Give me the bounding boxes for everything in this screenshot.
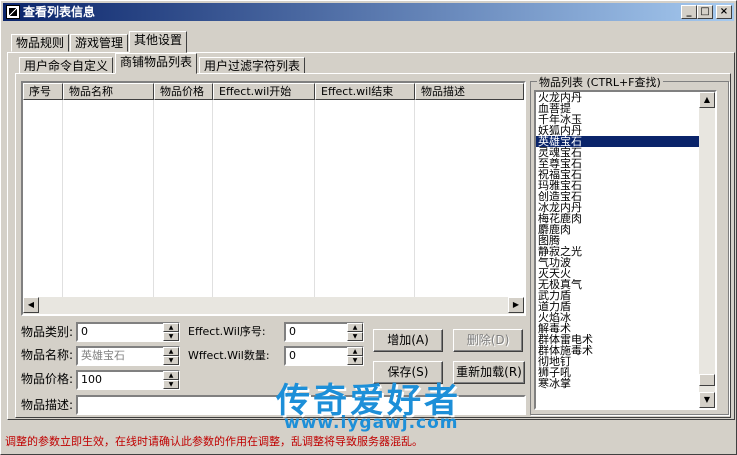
spin-down-icon[interactable]: ▼ [347, 356, 363, 365]
status-message: 调整的参数立即生效，在线时请确认此参数的作用在调整，乱调整将导致服务器混乱。 [5, 435, 423, 448]
item-list-vscrollbar[interactable]: ▲ ▼ [699, 92, 715, 408]
shop-items-table[interactable]: 序号 物品名称 物品价格 Effect.wil开始 Effect.wil结束 物… [21, 81, 526, 316]
col-divider [62, 100, 63, 297]
scroll-left-icon[interactable]: ◀ [23, 297, 39, 313]
reload-button[interactable]: 重新加载(R) [453, 361, 525, 384]
desc-label: 物品描述: [21, 398, 74, 412]
col-effect-end[interactable]: Effect.wil结束 [315, 83, 415, 100]
list-item[interactable]: 玛雅宝石 [536, 180, 715, 191]
col-item-price[interactable]: 物品价格 [154, 83, 213, 100]
wil-index-value: 0 [289, 325, 296, 338]
spin-down-icon[interactable]: ▼ [163, 332, 179, 341]
list-item[interactable]: 血菩提 [536, 103, 715, 114]
scroll-thumb[interactable] [699, 374, 715, 386]
list-item[interactable]: 群体施毒术 [536, 345, 715, 356]
name-value: 英雄宝石 [81, 349, 125, 362]
scroll-up-icon[interactable]: ▲ [699, 92, 715, 108]
spin-up-icon[interactable]: ▲ [347, 347, 363, 356]
col-item-desc[interactable]: 物品描述 [415, 83, 524, 100]
main-window: 查看列表信息 _ □ × 物品规则 游戏管理 其他设置 用户命令自定义 商铺物品… [0, 0, 737, 455]
list-item[interactable]: 英雄宝石 [536, 136, 715, 147]
spin-up-icon[interactable]: ▲ [163, 323, 179, 332]
category-value: 0 [81, 325, 88, 338]
table-header: 序号 物品名称 物品价格 Effect.wil开始 Effect.wil结束 物… [23, 83, 524, 100]
list-item[interactable]: 麝鹿肉 [536, 224, 715, 235]
delete-button[interactable]: 删除(D) [453, 329, 523, 352]
list-item[interactable]: 彻地钉 [536, 356, 715, 367]
table-hscrollbar[interactable]: ◀ ▶ [23, 297, 524, 314]
spin-up-icon[interactable]: ▲ [163, 371, 179, 380]
item-list: 火龙内丹 血菩提 千年冰玉 妖狐内丹 英雄宝石 灵魂宝石 至尊宝石 祝福宝石 玛雅宝石 创造宝石冰… [536, 92, 715, 389]
price-label: 物品价格: [21, 372, 74, 386]
list-item[interactable]: 创造宝石 [536, 191, 715, 202]
list-item[interactable]: 冰龙内丹 [536, 202, 715, 213]
tab-item-rules[interactable]: 物品规则 [11, 34, 70, 52]
wil-count-label: Wffect.Wil数量: [188, 349, 270, 362]
wil-count-spinner[interactable]: ▲ ▼ [347, 347, 363, 365]
minimize-button[interactable]: _ [681, 5, 697, 19]
price-value: 100 [81, 373, 102, 386]
list-item[interactable]: 解毒术 [536, 323, 715, 334]
list-item[interactable]: 妖狐内丹 [536, 125, 715, 136]
spin-down-icon[interactable]: ▼ [163, 356, 179, 365]
list-item[interactable]: 火龙内丹 [536, 92, 715, 103]
wil-count-value: 0 [289, 349, 296, 362]
app-icon [6, 5, 20, 19]
list-item[interactable]: 灵魂宝石 [536, 147, 715, 158]
close-button[interactable]: × [716, 5, 732, 19]
add-button[interactable]: 增加(A) [373, 329, 443, 352]
list-item[interactable]: 图腾 [536, 235, 715, 246]
list-item[interactable]: 火焰冰 [536, 312, 715, 323]
list-item[interactable]: 寒冰掌 [536, 378, 715, 389]
list-item[interactable]: 千年冰玉 [536, 114, 715, 125]
col-divider [414, 100, 415, 297]
col-index[interactable]: 序号 [23, 83, 63, 100]
tab-game-management[interactable]: 游戏管理 [70, 34, 129, 52]
subtab-shop-items[interactable]: 商铺物品列表 [115, 53, 198, 74]
spin-up-icon[interactable]: ▲ [347, 323, 363, 332]
col-item-name[interactable]: 物品名称 [63, 83, 154, 100]
list-item[interactable]: 灭天火 [536, 268, 715, 279]
spin-down-icon[interactable]: ▼ [163, 380, 179, 389]
category-spinner[interactable]: ▲ ▼ [163, 323, 179, 341]
col-divider [212, 100, 213, 297]
window-title: 查看列表信息 [23, 5, 96, 19]
price-spinner[interactable]: ▲ ▼ [163, 371, 179, 389]
category-label: 物品类别: [21, 325, 74, 339]
name-spinner[interactable]: ▲ ▼ [163, 347, 179, 365]
list-item[interactable]: 武力盾 [536, 290, 715, 301]
col-divider [153, 100, 154, 297]
list-item[interactable]: 静寂之光 [536, 246, 715, 257]
list-item[interactable]: 道力盾 [536, 301, 715, 312]
list-item[interactable]: 梅花鹿肉 [536, 213, 715, 224]
watermark-url: www.iygawj.com [284, 413, 459, 433]
tab-other-settings[interactable]: 其他设置 [129, 31, 188, 53]
list-item[interactable]: 祝福宝石 [536, 169, 715, 180]
wil-index-spinner[interactable]: ▲ ▼ [347, 323, 363, 341]
name-label: 物品名称: [21, 348, 74, 362]
list-item[interactable]: 群体雷电术 [536, 334, 715, 345]
scroll-right-icon[interactable]: ▶ [508, 297, 524, 313]
item-list-title: 物品列表 (CTRL+F查找) [537, 74, 663, 90]
list-item[interactable]: 气功波 [536, 257, 715, 268]
list-item[interactable]: 至尊宝石 [536, 158, 715, 169]
list-item[interactable]: 无极真气 [536, 279, 715, 290]
title-bar[interactable]: 查看列表信息 _ □ × [3, 3, 734, 21]
col-divider [314, 100, 315, 297]
spin-up-icon[interactable]: ▲ [163, 347, 179, 356]
item-listbox[interactable]: 火龙内丹 血菩提 千年冰玉 妖狐内丹 英雄宝石 灵魂宝石 至尊宝石 祝福宝石 玛雅宝石 创造宝石冰… [534, 90, 717, 410]
wil-index-label: Effect.Wil序号: [188, 325, 266, 338]
list-item[interactable]: 狮子吼 [536, 367, 715, 378]
spin-down-icon[interactable]: ▼ [347, 332, 363, 341]
maximize-button[interactable]: □ [697, 5, 713, 19]
col-effect-start[interactable]: Effect.wil开始 [213, 83, 315, 100]
scroll-down-icon[interactable]: ▼ [699, 392, 715, 408]
